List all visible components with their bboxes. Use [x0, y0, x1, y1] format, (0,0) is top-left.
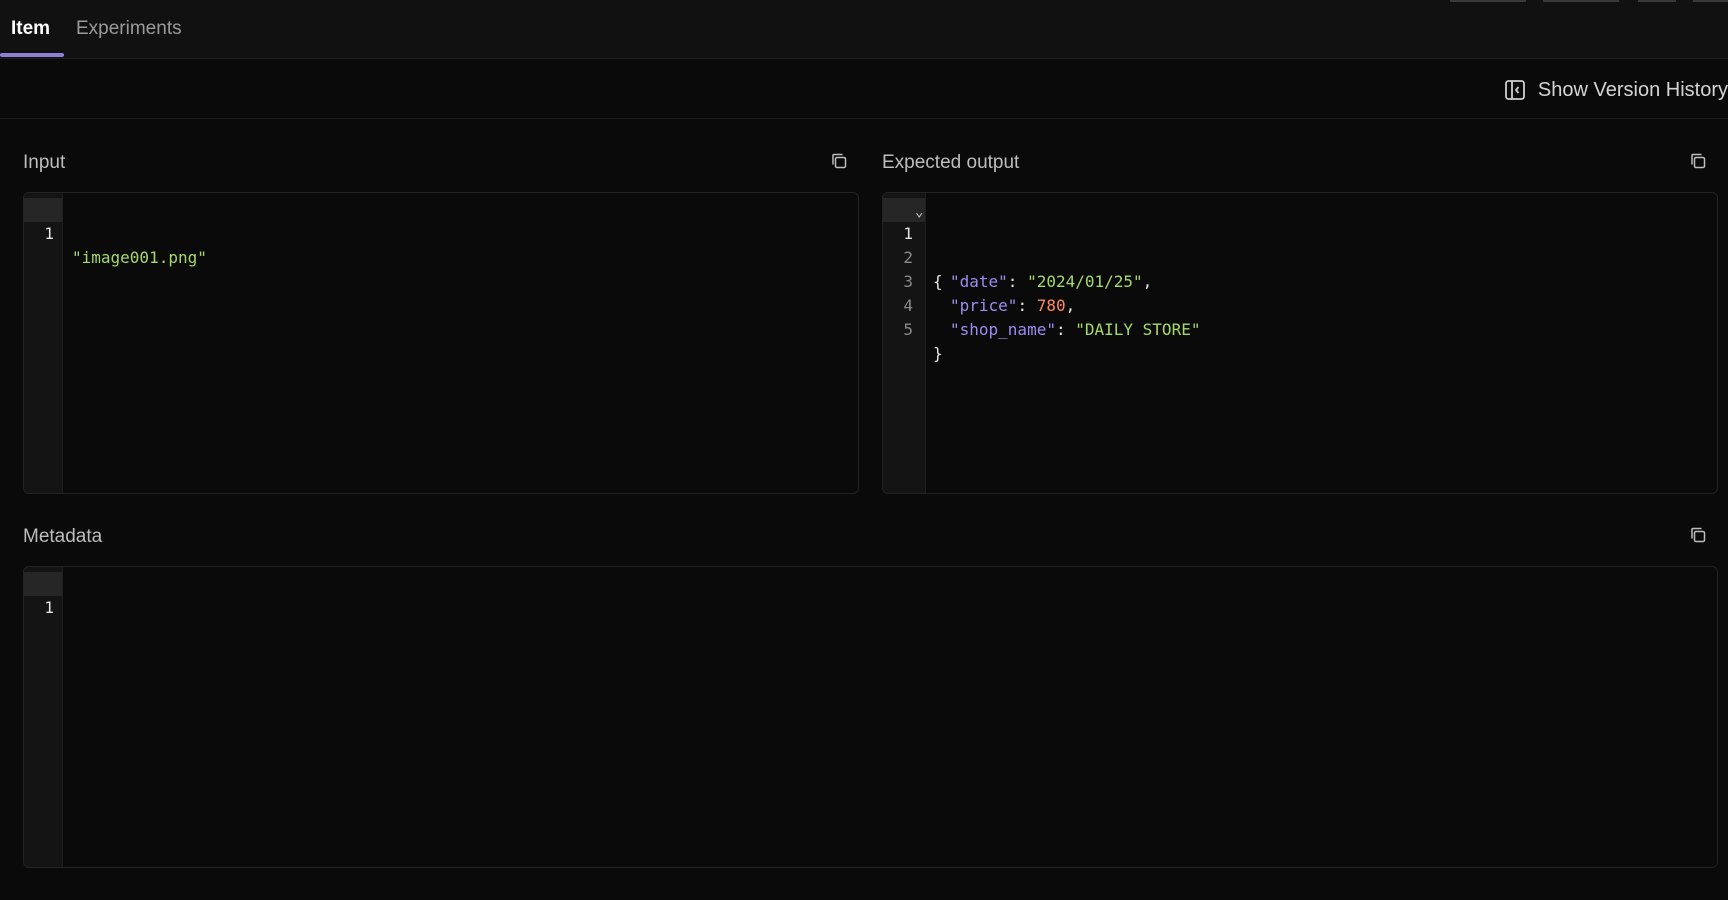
line-number: 1	[44, 224, 54, 243]
tab-bar: Item Experiments	[0, 0, 1728, 59]
input-title: Input	[23, 152, 66, 173]
toolbar-button-stub[interactable]	[1693, 0, 1728, 2]
active-tab-indicator	[0, 53, 64, 57]
tab-experiments[interactable]: Experiments	[76, 18, 182, 58]
copy-icon[interactable]	[1689, 152, 1707, 175]
sidebar-panel-icon	[1505, 80, 1525, 100]
toolbar-button-stub[interactable]	[1543, 0, 1619, 2]
metadata-title: Metadata	[23, 526, 103, 547]
code-line: 1	[24, 572, 1714, 617]
chevron-down-icon[interactable]: ⌄	[915, 200, 923, 224]
item-toolbar: Show Version History	[0, 59, 1728, 119]
code-line: 1 ⌄ {	[883, 198, 1713, 291]
expected-output-title: Expected output	[882, 152, 1020, 173]
code-text: }	[933, 344, 943, 363]
copy-icon[interactable]	[1689, 526, 1707, 549]
code-line: 5 }	[883, 294, 1713, 363]
json-key: "shop_name"	[950, 320, 1056, 339]
show-version-history-label: Show Version History	[1537, 78, 1728, 101]
code-line: 2 "date": "2024/01/25",	[883, 222, 1713, 291]
code-text: "shop_name": "DAILY STORE"	[950, 318, 1200, 342]
toolbar-button-stub[interactable]	[1450, 0, 1526, 2]
code-line: 3 "price": 780,	[883, 246, 1713, 315]
toolbar-button-stub[interactable]	[1638, 0, 1676, 2]
show-version-history-button[interactable]: Show Version History	[1504, 77, 1728, 103]
expected-output-editor[interactable]: 1 ⌄ { 2 "date": "2024/01/25", 3 "price":…	[882, 192, 1718, 494]
metadata-editor[interactable]: 1	[23, 566, 1718, 868]
json-string-value: "DAILY STORE"	[1075, 320, 1201, 339]
tab-item[interactable]: Item	[11, 18, 50, 58]
code-line: 1 "image001.png"	[24, 198, 854, 267]
line-number: 1	[44, 598, 54, 617]
line-number: 5	[903, 320, 913, 339]
code-text: "image001.png"	[72, 248, 207, 267]
code-line: 4 "shop_name": "DAILY STORE"	[883, 270, 1713, 339]
json-separator: :	[1055, 320, 1076, 339]
copy-icon[interactable]	[830, 152, 848, 175]
input-editor[interactable]: 1 "image001.png"	[23, 192, 859, 494]
